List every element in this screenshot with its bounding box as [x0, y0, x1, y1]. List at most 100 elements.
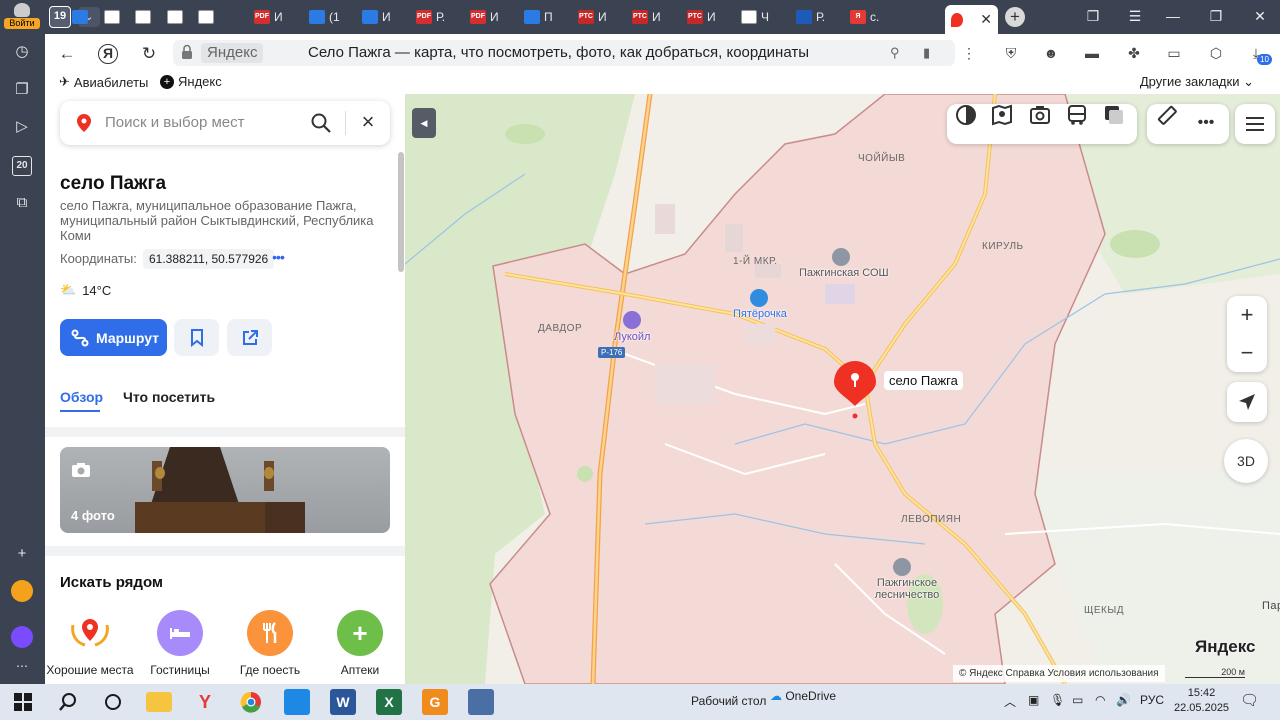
- tab-item[interactable]: (1: [305, 5, 355, 29]
- notifications-icon[interactable]: 🗨: [1240, 691, 1259, 709]
- shop-basket-icon[interactable]: [750, 289, 768, 307]
- tab-item[interactable]: [68, 5, 96, 29]
- excel-icon[interactable]: X: [376, 689, 402, 715]
- tab-overview[interactable]: Обзор: [60, 389, 103, 405]
- tab-item[interactable]: Р.: [792, 5, 842, 29]
- collections-icon[interactable]: ❐: [12, 80, 32, 100]
- search-input[interactable]: Поиск и выбор мест: [105, 114, 245, 131]
- forestry-icon[interactable]: [893, 558, 911, 576]
- alice-icon[interactable]: [11, 626, 33, 648]
- desktop-label[interactable]: Рабочий стол: [691, 694, 766, 708]
- coords-value[interactable]: 61.388211, 50.577926: [143, 249, 275, 269]
- bookmark-yandex[interactable]: + Яндекс: [160, 74, 222, 89]
- poi-school[interactable]: Пажгинская СОШ: [799, 267, 889, 279]
- task-view-icon[interactable]: [100, 689, 126, 715]
- more-actions-icon[interactable]: ⋮: [958, 43, 980, 63]
- tab-item[interactable]: PDF И: [250, 5, 300, 29]
- photos-app-icon[interactable]: [284, 689, 310, 715]
- more-icon[interactable]: ⋯: [12, 656, 32, 676]
- poi-forestry[interactable]: Пажгинское лесничество: [872, 577, 942, 601]
- video-icon[interactable]: ▷: [12, 117, 32, 137]
- reload-icon[interactable]: ↻: [138, 43, 160, 65]
- traffic-layer-icon[interactable]: [955, 104, 977, 126]
- collapse-panel-button[interactable]: ◀: [412, 108, 436, 138]
- tab-item[interactable]: И: [358, 5, 408, 29]
- search-icon[interactable]: [310, 112, 332, 134]
- volume-icon[interactable]: 🔊: [1116, 693, 1131, 707]
- tab-item[interactable]: Яс.: [846, 5, 896, 29]
- bookmark-page-icon[interactable]: ▮: [923, 45, 930, 61]
- fuel-station-icon[interactable]: [623, 311, 641, 329]
- other-bookmarks[interactable]: Другие закладки ⌄: [1140, 74, 1254, 90]
- clear-search-icon[interactable]: ×: [356, 111, 380, 135]
- battery-icon[interactable]: ▭: [1163, 43, 1185, 63]
- tab-item[interactable]: РТС И: [683, 5, 733, 29]
- route-button[interactable]: Маршрут: [60, 319, 167, 356]
- chrome-icon[interactable]: [238, 689, 264, 715]
- extension-avatar-icon[interactable]: ☻: [1040, 43, 1062, 63]
- category-good-places[interactable]: Хорошие места: [45, 610, 135, 677]
- school-icon[interactable]: [832, 248, 850, 266]
- history-icon[interactable]: ◷: [12, 42, 32, 62]
- photo-gallery[interactable]: 4 фото: [60, 447, 390, 533]
- restore-icon[interactable]: ❐: [1204, 8, 1228, 25]
- menu-button[interactable]: [1235, 104, 1275, 144]
- share-button[interactable]: [227, 319, 272, 356]
- browser-menu-icon[interactable]: ☰: [1123, 8, 1147, 25]
- counter-20-icon[interactable]: 20: [12, 156, 32, 176]
- tab-item[interactable]: PDF И: [466, 5, 516, 29]
- screenshot-icon[interactable]: ⧉: [12, 193, 32, 213]
- save-bookmark-button[interactable]: [174, 319, 219, 356]
- calculator-icon[interactable]: [468, 689, 494, 715]
- tab-manager-icon[interactable]: ❐: [1081, 8, 1105, 25]
- downloads-icon[interactable]: ⤓ 10: [1245, 43, 1272, 65]
- tab-item[interactable]: [163, 5, 191, 29]
- microphone-icon[interactable]: 🎙: [1050, 693, 1065, 707]
- panorama-icon[interactable]: [991, 104, 1013, 126]
- zoom-out-button[interactable]: −: [1227, 334, 1267, 372]
- login-button[interactable]: Войти: [4, 3, 40, 31]
- map-layers-icon[interactable]: [1103, 104, 1125, 126]
- search-box[interactable]: Поиск и выбор мест ×: [60, 101, 390, 145]
- zoom-in-button[interactable]: +: [1227, 296, 1267, 334]
- wifi-icon[interactable]: ◠: [1095, 693, 1105, 707]
- url-field[interactable]: Яндекс Село Пажга — карта, что посмотрет…: [173, 40, 955, 66]
- bookmarks-manager-icon[interactable]: ⬡: [1205, 43, 1227, 63]
- tab-item[interactable]: РТС И: [574, 5, 624, 29]
- poi-pyaterochka[interactable]: Пятёрочка: [733, 308, 787, 320]
- tray-chevron-icon[interactable]: ︿: [1004, 693, 1016, 710]
- poi-lukoil[interactable]: Лукойл: [614, 331, 650, 343]
- tab-item[interactable]: [194, 5, 244, 29]
- close-window-icon[interactable]: ✕: [1248, 8, 1272, 25]
- tab-active-map[interactable]: ✕: [945, 5, 998, 34]
- category-hotels[interactable]: Гостиницы: [135, 610, 225, 677]
- add-icon[interactable]: +: [12, 544, 32, 564]
- back-icon[interactable]: ←: [56, 43, 78, 65]
- shield-icon[interactable]: ⛨: [1000, 43, 1022, 63]
- extension-icon[interactable]: ▬: [1081, 43, 1103, 63]
- language-indicator[interactable]: РУС: [1140, 693, 1164, 707]
- minimize-icon[interactable]: —: [1161, 8, 1185, 24]
- marker-label[interactable]: село Пажга: [884, 371, 963, 390]
- 3d-button[interactable]: 3D: [1224, 439, 1268, 483]
- tab-item[interactable]: [131, 5, 159, 29]
- app-g-icon[interactable]: G: [422, 689, 448, 715]
- coords-more-icon[interactable]: •••: [266, 249, 290, 269]
- onedrive[interactable]: ☁ OneDrive: [770, 689, 836, 703]
- meet-icon[interactable]: ▣: [1028, 693, 1039, 707]
- tab-item[interactable]: П: [520, 5, 570, 29]
- category-food[interactable]: Где поесть: [225, 610, 315, 677]
- locate-me-button[interactable]: [1227, 382, 1267, 422]
- map-canvas[interactable]: ◀ ••• + − 3D ЧОЙЙЫВ КИРУЛЬ 1-Й МКР. ДАВД…: [405, 94, 1280, 684]
- new-tab-button[interactable]: +: [1005, 7, 1025, 27]
- clock[interactable]: 15:42 22.05.2025: [1174, 686, 1229, 716]
- battery-tray-icon[interactable]: ▭: [1072, 693, 1083, 707]
- windows-start-icon[interactable]: [10, 689, 36, 715]
- mail-app-icon[interactable]: [11, 580, 33, 602]
- yandex-browser-icon[interactable]: Y: [192, 689, 218, 715]
- tab-item[interactable]: PDF Р.: [412, 5, 462, 29]
- more-tools-icon[interactable]: •••: [1195, 113, 1217, 135]
- yandex-logo[interactable]: Яндекс: [1195, 637, 1255, 657]
- close-tab-icon[interactable]: ✕: [980, 11, 992, 28]
- ruler-icon[interactable]: [1156, 104, 1178, 126]
